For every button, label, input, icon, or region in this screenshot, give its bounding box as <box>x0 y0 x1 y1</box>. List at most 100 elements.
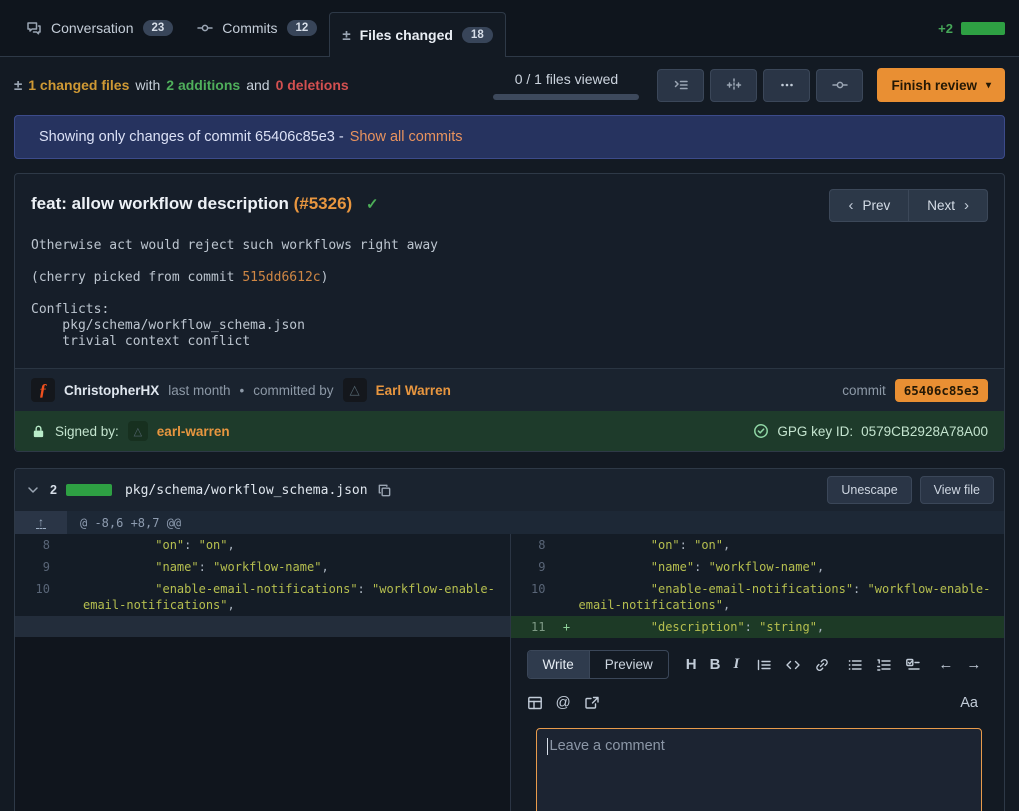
code-text <box>83 616 510 622</box>
code-text: "description": "string", <box>579 616 1005 638</box>
issue-link[interactable]: (#5326) <box>294 194 353 213</box>
mention-icon[interactable]: @ <box>556 694 571 711</box>
file-name[interactable]: pkg/schema/workflow_schema.json <box>125 483 368 498</box>
expand-hunk-button[interactable]: ↑ <box>15 511 67 534</box>
diff-row: 9 "name": "workflow-name", <box>511 556 1005 578</box>
avatar-glyph: ƒ <box>39 380 48 400</box>
commit-author-row: ƒ ChristopherHX last month • committed b… <box>15 368 1004 411</box>
diff-row: 10 "enable-email-notifications": "workfl… <box>511 578 1005 616</box>
finish-review-button[interactable]: Finish review ▾ <box>877 68 1005 102</box>
line-number[interactable]: 8 <box>15 534 59 556</box>
show-all-commits-link[interactable]: Show all commits <box>350 129 463 145</box>
line-number[interactable]: 9 <box>15 556 59 578</box>
file-addition-count: 2 <box>50 483 57 497</box>
code-text: "on": "on", <box>579 534 1005 556</box>
reference-icon[interactable] <box>584 695 600 711</box>
write-tab[interactable]: Write <box>528 651 590 678</box>
arrow-right-icon[interactable]: → <box>966 656 981 673</box>
line-number[interactable]: 10 <box>15 578 59 600</box>
hunk-header-row: ↑ @ -8,6 +8,7 @@ <box>15 511 1004 534</box>
heading-icon[interactable]: H <box>686 656 697 673</box>
format-group-blocks <box>756 657 830 673</box>
tab-conversation[interactable]: Conversation 23 <box>14 0 185 56</box>
signed-by-label: Signed by: <box>55 424 119 439</box>
ellipsis-icon <box>779 77 795 93</box>
dot-separator: • <box>240 383 245 398</box>
stat-additions: 2 additions <box>166 77 240 93</box>
stat-text: with <box>135 77 160 93</box>
unescape-button[interactable]: Unescape <box>827 476 911 504</box>
editor-toolbar: Write Preview H B I ← → <box>527 650 985 679</box>
italic-icon[interactable]: I <box>733 656 739 673</box>
arrow-left-icon[interactable]: ← <box>938 656 953 673</box>
diff-sign <box>555 534 579 540</box>
diff-file-header: 2 pkg/schema/workflow_schema.json Unesca… <box>15 469 1004 511</box>
text-caret <box>547 738 548 755</box>
split-diff-toggle-button[interactable] <box>710 69 757 102</box>
link-icon[interactable] <box>814 657 830 673</box>
signer-avatar[interactable]: △ <box>128 421 148 441</box>
preview-tab[interactable]: Preview <box>590 651 668 678</box>
avatar-glyph: △ <box>350 382 360 398</box>
copy-icon[interactable] <box>377 483 392 498</box>
commit-time: last month <box>168 383 230 398</box>
diff-options-button[interactable] <box>763 69 810 102</box>
prev-commit-button[interactable]: ‹ Prev <box>829 189 909 222</box>
select-commit-button[interactable] <box>816 69 863 102</box>
chevron-left-icon: ‹ <box>848 197 853 214</box>
diff-icon: ± <box>342 27 350 44</box>
commit-icon <box>197 20 213 36</box>
commit-title-text: feat: allow workflow description <box>31 194 289 213</box>
font-toggle-button[interactable]: Aa <box>960 695 978 711</box>
line-number[interactable]: 11 <box>511 616 555 638</box>
comment-textarea[interactable] <box>536 728 983 811</box>
cherry-pick-hash-link[interactable]: 515dd6612c <box>242 270 320 285</box>
committer-name[interactable]: Earl Warren <box>376 383 451 398</box>
hunk-header-text: @ -8,6 +8,7 @@ <box>67 511 181 534</box>
format-group-lists <box>847 657 921 673</box>
file-tree-toggle-button[interactable] <box>657 69 704 102</box>
commit-message-line: Otherwise act would reject such workflow… <box>31 238 988 254</box>
split-diff-icon <box>726 77 742 93</box>
line-number[interactable]: 10 <box>511 578 555 600</box>
chevron-down-icon[interactable] <box>25 482 41 498</box>
pr-files-changed-page: Conversation 23 Commits 12 ± Files chang… <box>0 0 1019 811</box>
committed-by-label: committed by <box>253 383 333 398</box>
diff-pane-new: 8 "on": "on",9 "name": "workflow-name",1… <box>510 534 1005 811</box>
unordered-list-icon[interactable] <box>847 657 863 673</box>
commit-header: feat: allow workflow description (#5326)… <box>15 174 1004 226</box>
code-icon[interactable] <box>785 657 801 673</box>
commit-message: Otherwise act would reject such workflow… <box>15 226 1004 368</box>
diff-sign <box>59 616 83 622</box>
line-number[interactable]: 8 <box>511 534 555 556</box>
view-file-button[interactable]: View file <box>920 476 994 504</box>
author-name[interactable]: ChristopherHX <box>64 383 159 398</box>
quote-icon[interactable] <box>756 657 772 673</box>
next-commit-button[interactable]: Next › <box>909 189 988 222</box>
prev-label: Prev <box>862 198 890 213</box>
ordered-list-icon[interactable] <box>876 657 892 673</box>
tab-count-badge: 23 <box>143 20 174 36</box>
tab-files-changed[interactable]: ± Files changed 18 <box>329 12 505 57</box>
diff-filler-row <box>15 616 510 637</box>
task-list-icon[interactable] <box>905 657 921 673</box>
message-text: ) <box>321 270 329 285</box>
lock-icon <box>31 424 46 439</box>
code-text: "enable-email-notifications": "workflow-… <box>579 578 1005 616</box>
gpg-key-label: GPG key ID: <box>777 424 853 439</box>
committer-avatar[interactable]: △ <box>343 378 367 402</box>
table-icon[interactable] <box>527 695 543 711</box>
commit-title: feat: allow workflow description (#5326)… <box>31 189 379 214</box>
stat-text: and <box>246 77 269 93</box>
bold-icon[interactable]: B <box>710 656 721 673</box>
commit-hash-badge[interactable]: 65406c85e3 <box>895 379 988 402</box>
chevron-down-icon: ▾ <box>986 80 991 91</box>
signer-name[interactable]: earl-warren <box>157 424 230 439</box>
line-number[interactable]: 9 <box>511 556 555 578</box>
commit-icon <box>832 77 848 93</box>
author-avatar[interactable]: ƒ <box>31 378 55 402</box>
tab-commits[interactable]: Commits 12 <box>185 0 329 56</box>
code-text: "name": "workflow-name", <box>83 556 510 578</box>
chevron-right-icon: › <box>964 197 969 214</box>
diff-row: 8 "on": "on", <box>15 534 510 556</box>
